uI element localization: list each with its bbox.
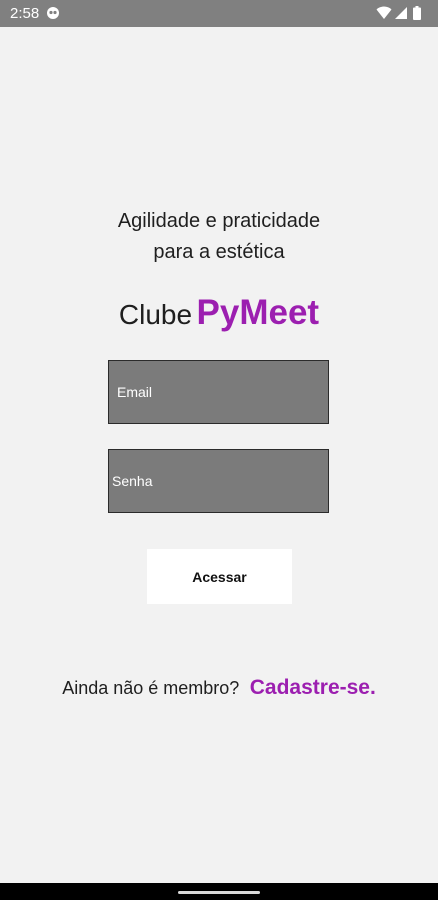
password-field-container [108,449,329,513]
status-time: 2:58 [10,5,40,22]
login-button[interactable]: Acessar [147,549,292,604]
signup-row: Ainda não é membro? Cadastre-se. [0,676,438,700]
status-bar: 2:58 [0,0,438,27]
home-handle[interactable] [178,891,260,894]
signup-prompt: Ainda não é membro? [62,678,240,698]
battery-icon [413,6,421,20]
brand-name: PyMeet [196,293,320,332]
signup-link[interactable]: Cadastre-se. [250,676,376,699]
email-field[interactable] [109,361,328,423]
password-field[interactable] [109,450,328,512]
wifi-icon [376,6,392,19]
tagline-line-1: Agilidade e praticidade [117,210,321,232]
email-field-container [108,360,329,424]
navigation-bar [0,883,438,900]
brand-prefix: Clube [118,299,193,330]
notification-icon [47,7,59,19]
brand-title: Clube PyMeet [0,293,438,333]
tagline-line-2: para a estética [153,241,285,263]
signal-icon [395,7,407,19]
